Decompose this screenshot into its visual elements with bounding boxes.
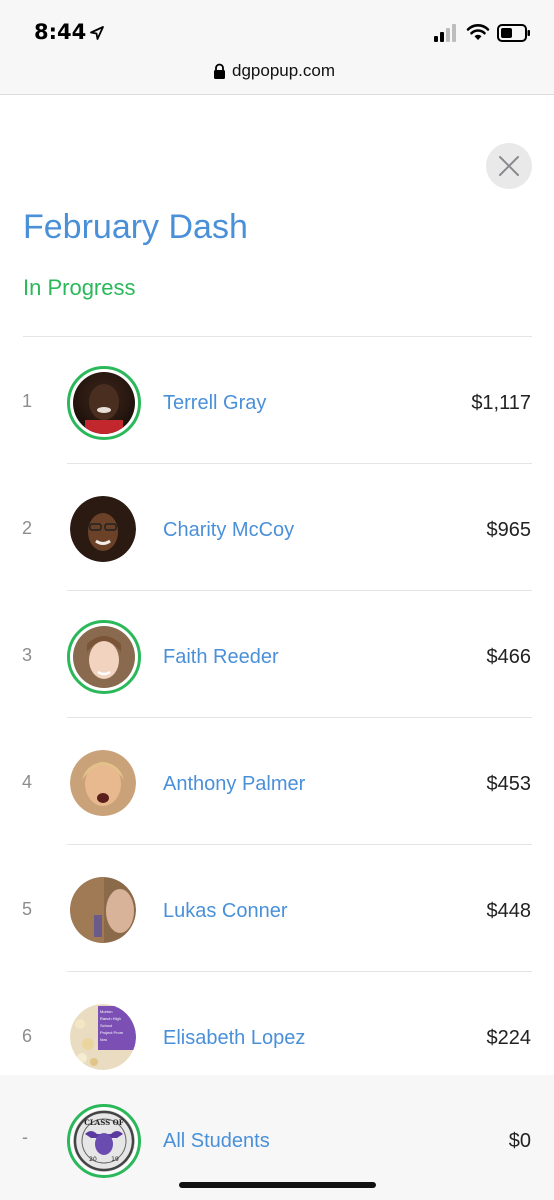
card-line: Morton <box>100 1009 112 1014</box>
amount-raised: $466 <box>486 646 532 668</box>
avatar <box>70 496 136 562</box>
rank-number: 4 <box>22 772 33 792</box>
badge-text: CLASS OF <box>84 1118 123 1127</box>
rank-number: 5 <box>22 899 33 919</box>
amount-raised: $453 <box>486 773 532 795</box>
status-bar: 8:44 <box>0 0 554 52</box>
page-title: February Dash <box>23 208 248 246</box>
leaderboard-row[interactable]: 4 Anthony Palmer $453 <box>0 718 554 845</box>
leaderboard-row[interactable]: 3 Faith Reeder $466 <box>0 591 554 718</box>
student-name[interactable]: Anthony Palmer <box>163 773 305 796</box>
badge-text: 20 <box>89 1156 97 1163</box>
status-label: In Progress <box>23 275 136 300</box>
student-name[interactable]: Terrell Gray <box>163 392 266 415</box>
leaderboard-row[interactable]: 5 Lukas Conner $448 <box>0 845 554 972</box>
student-name[interactable]: Elisabeth Lopez <box>163 1027 305 1050</box>
amount-raised: $1,117 <box>471 392 531 414</box>
close-button[interactable] <box>486 143 532 189</box>
wifi-icon <box>466 24 490 40</box>
status-time: 8:44 <box>34 20 87 44</box>
leaderboard-row[interactable]: 2 Charity McCoy $965 <box>0 464 554 591</box>
avatar <box>67 366 141 440</box>
browser-url-bar[interactable]: dgpopup.com <box>0 52 554 95</box>
location-arrow-icon <box>90 26 104 40</box>
card-line: Now <box>100 1038 107 1042</box>
lock-icon <box>214 63 225 79</box>
avatar <box>67 620 141 694</box>
url-text: dgpopup.com <box>232 61 336 80</box>
class-badge-avatar: CLASS OF 20 19 <box>67 1104 141 1178</box>
rank-number: 1 <box>22 391 33 411</box>
card-line: School <box>100 1023 112 1028</box>
avatar: Morton Ranch High School Project Prom No… <box>70 1004 136 1070</box>
amount-raised: $965 <box>486 519 532 541</box>
battery-icon <box>497 24 530 42</box>
close-icon <box>499 156 519 176</box>
rank-number: - <box>22 1127 28 1147</box>
amount-raised: $448 <box>486 900 532 922</box>
all-students-link[interactable]: All Students <box>163 1130 270 1153</box>
rank-number: 3 <box>22 645 33 665</box>
card-line: Project Prom <box>100 1030 124 1035</box>
leaderboard-row[interactable]: 1 Terrell Gray $1,117 <box>0 337 554 464</box>
cellular-signal-icon <box>434 24 456 42</box>
student-name[interactable]: Faith Reeder <box>163 646 279 669</box>
amount-raised: $224 <box>486 1027 532 1049</box>
rank-number: 2 <box>22 518 33 538</box>
amount-raised: $0 <box>508 1130 531 1152</box>
badge-text: 19 <box>111 1156 119 1163</box>
student-name[interactable]: Lukas Conner <box>163 900 288 923</box>
card-line: Ranch High <box>100 1016 121 1021</box>
rank-number: 6 <box>22 1026 33 1046</box>
home-indicator[interactable] <box>179 1182 376 1188</box>
avatar <box>70 750 136 816</box>
avatar <box>70 877 136 943</box>
student-name[interactable]: Charity McCoy <box>163 519 294 542</box>
